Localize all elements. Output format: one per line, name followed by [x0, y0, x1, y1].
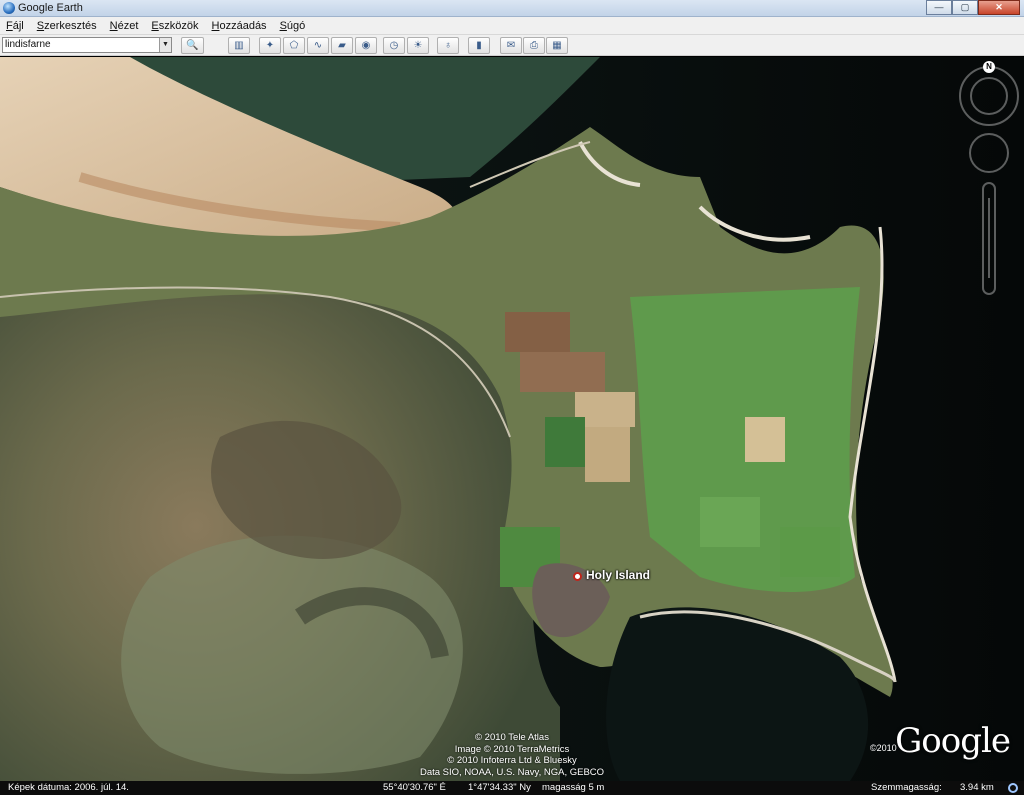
minimize-button[interactable]: — [926, 0, 952, 15]
toolbar: lindisfarne ▼ 🔍 ▥ ✦ ⬠ ∿ ▰ ◉ ◷ ☀ ♁ ▮ ✉ ⎙ … [0, 35, 1024, 56]
view-in-maps-button[interactable]: ▦ [546, 37, 568, 54]
path-icon: ∿ [313, 40, 323, 51]
email-icon: ✉ [506, 40, 516, 51]
search-input-value: lindisfarne [5, 39, 51, 50]
record-tour-button[interactable]: ◉ [355, 37, 377, 54]
menu-add[interactable]: Hozzáadás [212, 20, 267, 32]
satellite-imagery [0, 57, 1024, 781]
menu-bar: Fájl Szerkesztés Nézet Eszközök Hozzáadá… [0, 17, 1024, 35]
historical-imagery-button[interactable]: ◷ [383, 37, 405, 54]
imagery-credits: © 2010 Tele Atlas Image © 2010 TerraMetr… [0, 732, 1024, 778]
credit-line: © 2010 Infoterra Ltd & Bluesky [447, 755, 577, 766]
eye-altitude-label: Szemmagasság: [871, 782, 942, 793]
menu-edit[interactable]: Szerkesztés [37, 20, 97, 32]
zoom-slider-track [988, 198, 990, 278]
search-input[interactable]: lindisfarne ▼ [2, 37, 172, 53]
menu-help[interactable]: Súgó [280, 20, 306, 32]
view-in-maps-icon: ▦ [552, 40, 562, 51]
sunlight-icon: ☀ [413, 40, 423, 51]
add-image-overlay-button[interactable]: ▰ [331, 37, 353, 54]
add-path-button[interactable]: ∿ [307, 37, 329, 54]
window-title: Google Earth [18, 2, 83, 14]
placemark-pin-icon[interactable] [573, 572, 582, 581]
place-label-holy-island[interactable]: Holy Island [586, 568, 650, 582]
maximize-button[interactable]: ▢ [952, 0, 978, 15]
add-polygon-button[interactable]: ⬠ [283, 37, 305, 54]
status-bar: Képek dátuma: 2006. júl. 14. 55°40'30.76… [0, 781, 1024, 795]
search-icon: 🔍 [186, 40, 199, 51]
sidebar-toggle-icon: ▥ [234, 40, 244, 51]
placemark-icon: ✦ [265, 40, 275, 51]
polygon-icon: ⬠ [289, 40, 299, 51]
planet-icon: ♁ [444, 40, 452, 51]
title-bar: Google Earth — ▢ ✕ [0, 0, 1024, 17]
move-joystick[interactable] [969, 133, 1009, 173]
email-button[interactable]: ✉ [500, 37, 522, 54]
print-button[interactable]: ⎙ [523, 37, 545, 54]
imagery-date: Képek dátuma: 2006. júl. 14. [8, 782, 129, 793]
logo-year: ©2010 [870, 743, 897, 753]
eye-altitude-value: 3.94 km [960, 782, 994, 793]
menu-tools[interactable]: Eszközök [151, 20, 198, 32]
credit-line: © 2010 Tele Atlas [475, 732, 549, 743]
google-earth-icon [3, 2, 15, 14]
add-placemark-button[interactable]: ✦ [259, 37, 281, 54]
latitude-readout: 55°40'30.76" É [383, 782, 446, 793]
menu-file[interactable]: Fájl [6, 20, 24, 32]
elevation-readout: magasság 5 m [542, 782, 605, 793]
map-view[interactable]: Holy Island © 2010 Tele Atlas Image © 20… [0, 57, 1024, 781]
north-indicator[interactable]: N [983, 61, 995, 73]
sidebar-toggle-button[interactable]: ▥ [228, 37, 250, 54]
search-button[interactable]: 🔍 [181, 37, 204, 54]
ruler-button[interactable]: ▮ [468, 37, 490, 54]
window-controls: — ▢ ✕ [926, 0, 1020, 15]
historical-imagery-icon: ◷ [389, 40, 399, 51]
close-button[interactable]: ✕ [978, 0, 1020, 15]
chevron-down-icon[interactable]: ▼ [159, 38, 171, 52]
print-icon: ⎙ [530, 40, 538, 51]
switch-planet-button[interactable]: ♁ [437, 37, 459, 54]
credit-line: Data SIO, NOAA, U.S. Navy, NGA, GEBCO [419, 766, 605, 778]
image-overlay-icon: ▰ [338, 40, 346, 51]
menu-view[interactable]: Nézet [110, 20, 139, 32]
streaming-status-icon [1008, 783, 1018, 793]
google-logo: Google [895, 721, 1011, 761]
ruler-icon: ▮ [476, 40, 482, 51]
record-tour-icon: ◉ [361, 40, 371, 51]
compass-inner[interactable] [970, 77, 1008, 115]
longitude-readout: 1°47'34.33" Ny [468, 782, 531, 793]
sunlight-button[interactable]: ☀ [407, 37, 429, 54]
